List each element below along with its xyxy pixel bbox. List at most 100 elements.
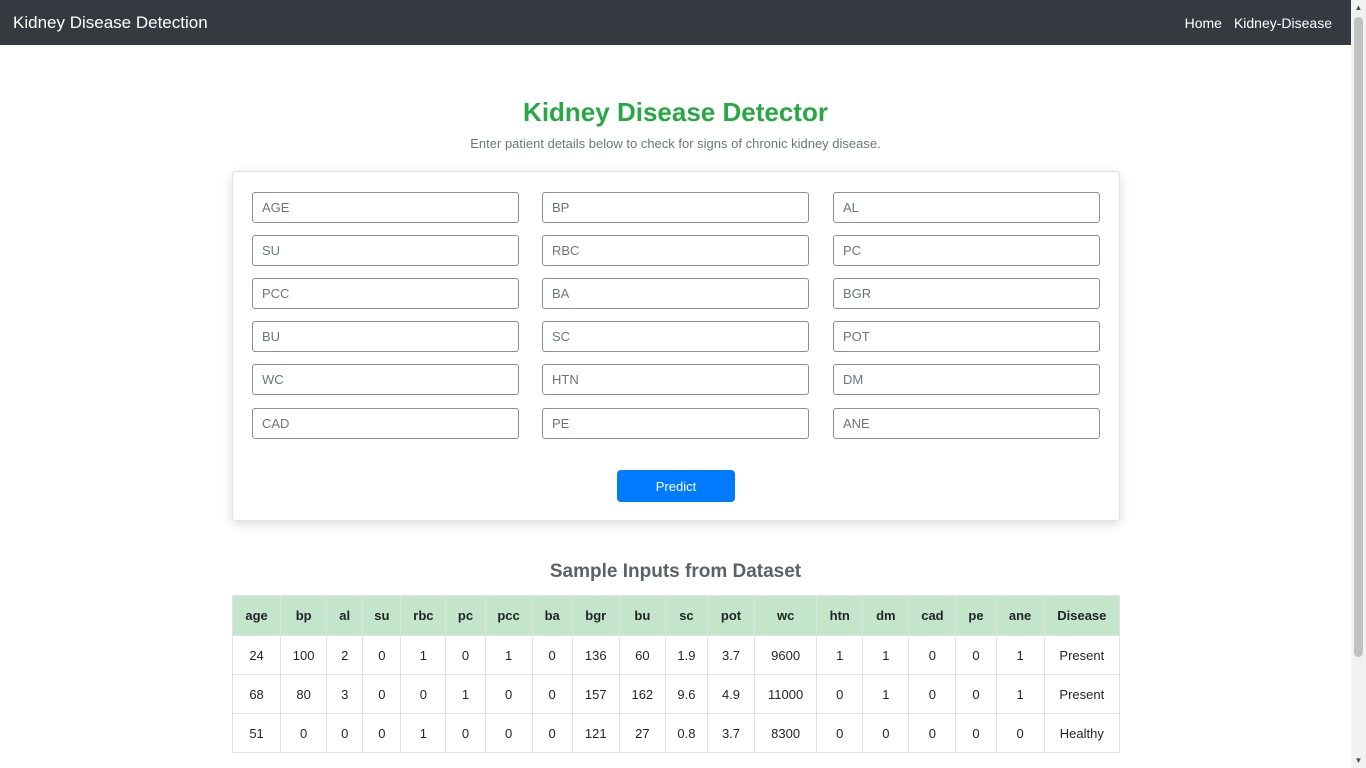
table-cell: Healthy [1043, 713, 1121, 753]
table-cell: 3.7 [706, 635, 756, 675]
table-cell: 100 [280, 635, 328, 675]
column-header: pot [706, 595, 756, 636]
table-cell: 4.9 [706, 674, 756, 714]
table-cell: 0 [908, 635, 957, 675]
table-cell: 8300 [754, 713, 818, 753]
table-row: 24 100 2 0 1 0 1 0 136 60 1.9 3.7 9600 1… [231, 635, 1121, 675]
dm-field[interactable] [833, 364, 1100, 395]
sample-table-title: Sample Inputs from Dataset [549, 561, 802, 582]
table-cell: 80 [280, 674, 328, 714]
column-header: cad [908, 595, 957, 636]
table-row: 68 80 3 0 0 1 0 0 157 162 9.6 4.9 11000 … [231, 674, 1121, 714]
table-cell: 0 [531, 635, 573, 675]
al-field[interactable] [833, 192, 1100, 223]
column-header: sc [664, 595, 708, 636]
column-header: pc [445, 595, 486, 636]
table-cell: 121 [571, 713, 620, 753]
table-cell: 0 [280, 713, 328, 753]
table-cell: 0 [362, 635, 402, 675]
table-header-row: age bp al su rbc pc pcc ba bgr bu sc pot… [231, 595, 1121, 636]
scroll-down-arrow-icon[interactable]: ▼ [1351, 753, 1366, 768]
table-cell: 3.7 [706, 713, 756, 753]
scrollbar-thumb[interactable] [1354, 17, 1363, 657]
column-header: rbc [400, 595, 447, 636]
column-header: ba [531, 595, 573, 636]
table-cell: 0 [816, 713, 864, 753]
nav-links: Home Kidney-Disease [1185, 15, 1332, 31]
table-cell: Present [1043, 635, 1121, 675]
table-cell: 0.8 [664, 713, 708, 753]
age-field[interactable] [252, 192, 519, 223]
table-cell: 0 [326, 713, 364, 753]
table-cell: 24 [231, 635, 282, 675]
table-cell: 0 [445, 713, 486, 753]
table-cell: 51 [231, 713, 282, 753]
su-field[interactable] [252, 235, 519, 266]
sc-field[interactable] [542, 321, 809, 352]
ba-field[interactable] [542, 278, 809, 309]
column-header: bp [280, 595, 328, 636]
column-header: bgr [571, 595, 620, 636]
column-header: bu [618, 595, 666, 636]
pe-field[interactable] [542, 408, 809, 439]
table-cell: 0 [362, 713, 402, 753]
bu-field[interactable] [252, 321, 519, 352]
table-cell: 1 [862, 674, 910, 714]
table-cell: 0 [445, 635, 486, 675]
sample-inputs-table: age bp al su rbc pc pcc ba bgr bu sc pot… [231, 595, 1121, 753]
nav-link-home[interactable]: Home [1185, 15, 1222, 31]
table-row: 51 0 0 0 1 0 0 0 121 27 0.8 3.7 8300 0 0… [231, 713, 1121, 753]
column-header: ane [995, 595, 1045, 636]
column-header: pe [955, 595, 997, 636]
htn-field[interactable] [542, 364, 809, 395]
table-cell: 1 [484, 635, 533, 675]
page-title: Kidney Disease Detector [523, 97, 828, 127]
bp-field[interactable] [542, 192, 809, 223]
table-cell: 0 [908, 713, 957, 753]
rbc-field[interactable] [542, 235, 809, 266]
table-cell: 0 [531, 674, 573, 714]
table-cell: 0 [362, 674, 402, 714]
table-cell: 3 [326, 674, 364, 714]
pc-field[interactable] [833, 235, 1100, 266]
column-header: wc [754, 595, 818, 636]
table-cell: 1 [400, 635, 447, 675]
table-cell: 1 [995, 635, 1045, 675]
vertical-scrollbar[interactable]: ▲ ▼ [1351, 0, 1366, 768]
column-header: htn [816, 595, 864, 636]
table-cell: 0 [908, 674, 957, 714]
table-cell: 1 [445, 674, 486, 714]
table-cell: 0 [400, 674, 447, 714]
table-cell: 1.9 [664, 635, 708, 675]
table-cell: 136 [571, 635, 620, 675]
pcc-field[interactable] [252, 278, 519, 309]
table-cell: 0 [955, 635, 997, 675]
table-cell: 0 [816, 674, 864, 714]
scroll-up-arrow-icon[interactable]: ▲ [1351, 0, 1366, 15]
column-header: Disease [1043, 595, 1121, 636]
table-cell: 60 [618, 635, 666, 675]
column-header: age [231, 595, 282, 636]
column-header: pcc [484, 595, 533, 636]
table-cell: 0 [995, 713, 1045, 753]
table-cell: 1 [995, 674, 1045, 714]
table-cell: 0 [484, 713, 533, 753]
table-cell: 0 [484, 674, 533, 714]
bgr-field[interactable] [833, 278, 1100, 309]
table-cell: 9.6 [664, 674, 708, 714]
table-cell: 1 [400, 713, 447, 753]
pot-field[interactable] [833, 321, 1100, 352]
wc-field[interactable] [252, 364, 519, 395]
nav-link-kidney-disease[interactable]: Kidney-Disease [1234, 15, 1332, 31]
column-header: al [326, 595, 364, 636]
table-cell: 27 [618, 713, 666, 753]
cad-field[interactable] [252, 408, 519, 439]
table-cell: 11000 [754, 674, 818, 714]
sample-table-container: age bp al su rbc pc pcc ba bgr bu sc pot… [231, 595, 1121, 753]
brand-link[interactable]: Kidney Disease Detection [13, 13, 208, 33]
table-cell: 2 [326, 635, 364, 675]
page-subtitle: Enter patient details below to check for… [470, 136, 881, 151]
ane-field[interactable] [833, 408, 1100, 439]
predict-button[interactable]: Predict [617, 470, 735, 502]
table-cell: 162 [618, 674, 666, 714]
